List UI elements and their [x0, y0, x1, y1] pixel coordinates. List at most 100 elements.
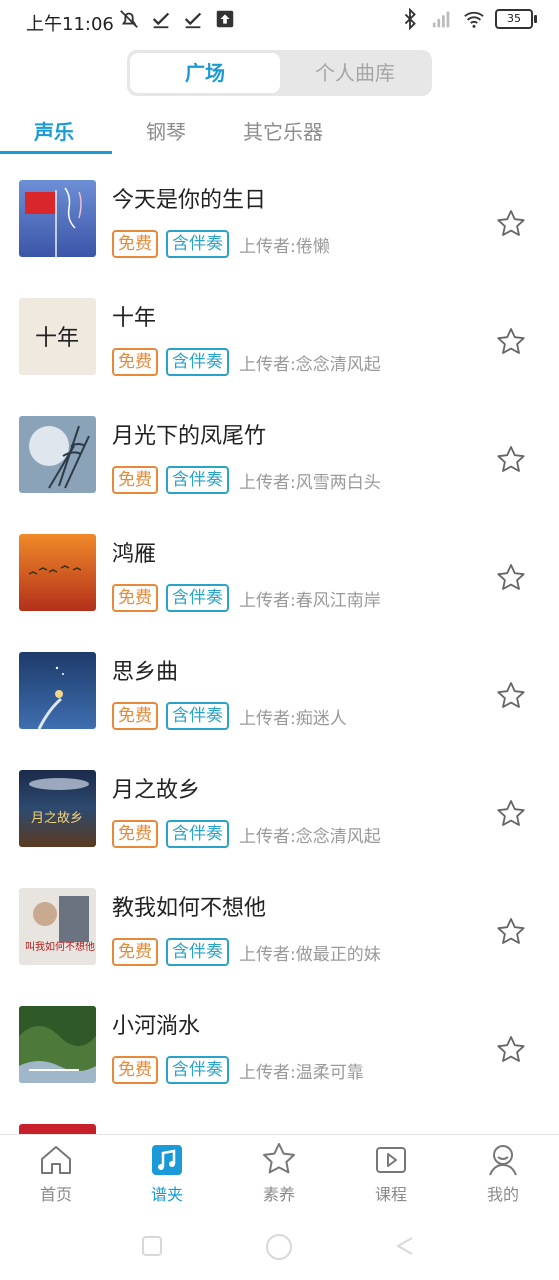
song-thumbnail — [19, 534, 96, 611]
accompaniment-badge: 含伴奏 — [166, 230, 229, 258]
free-badge: 免费 — [112, 584, 158, 612]
song-title: 教我如何不想他 — [112, 896, 267, 921]
star-icon — [263, 1143, 295, 1174]
uploader-text: 上传者:念念清风起 — [239, 354, 381, 375]
song-thumbnail — [19, 180, 96, 257]
favorite-star-icon[interactable] — [495, 444, 527, 476]
nav-score-folder[interactable]: 谱夹 — [127, 1141, 207, 1205]
free-badge: 免费 — [112, 348, 158, 376]
song-thumbnail — [19, 1124, 96, 1134]
nav-profile[interactable]: 我的 — [463, 1141, 543, 1205]
uploader-text: 上传者:春风江南岸 — [239, 590, 381, 611]
uploader-text: 上传者:温柔可靠 — [239, 1062, 364, 1083]
list-item[interactable]: 鸿雁 免费 含伴奏 上传者:春风江南岸 — [0, 522, 559, 640]
uploader-text: 上传者:做最正的妹 — [239, 944, 381, 965]
accompaniment-badge: 含伴奏 — [166, 702, 229, 730]
accompaniment-badge: 含伴奏 — [166, 348, 229, 376]
accompaniment-badge: 含伴奏 — [166, 584, 229, 612]
uploader-text: 上传者:念念清风起 — [239, 826, 381, 847]
list-item[interactable]: 今天是你的生日 免费 含伴奏 上传者:倦懒 — [0, 168, 559, 286]
video-play-icon — [376, 1147, 406, 1173]
list-item[interactable]: 月光下的凤尾竹 免费 含伴奏 上传者:风雪两白头 — [0, 404, 559, 522]
accompaniment-badge: 含伴奏 — [166, 938, 229, 966]
home-circle-icon[interactable] — [264, 1232, 294, 1262]
free-badge: 免费 — [112, 938, 158, 966]
favorite-star-icon[interactable] — [495, 680, 527, 712]
song-thumbnail: 叫我如何不想他 — [19, 888, 96, 965]
segmented-control: 广场 个人曲库 — [127, 50, 432, 96]
accompaniment-badge: 含伴奏 — [166, 1056, 229, 1084]
song-thumbnail — [19, 416, 96, 493]
favorite-star-icon[interactable] — [495, 916, 527, 948]
song-thumbnail: 十年 — [19, 298, 96, 375]
nav-course[interactable]: 课程 — [351, 1141, 431, 1205]
song-title: 小河淌水 — [112, 1014, 201, 1039]
free-badge: 免费 — [112, 1056, 158, 1084]
user-icon — [489, 1145, 517, 1176]
nav-label: 谱夹 — [150, 1185, 183, 1204]
song-tags: 免费 含伴奏 上传者:倦懒 — [112, 230, 330, 258]
check-icon — [152, 12, 170, 29]
signal-icon — [432, 11, 450, 28]
free-badge: 免费 — [112, 702, 158, 730]
system-navigation-bar — [0, 1210, 559, 1280]
song-tags: 免费 含伴奏 上传者:痴迷人 — [112, 702, 347, 730]
song-thumbnail — [19, 1006, 96, 1083]
list-item[interactable]: 叫我如何不想他 教我如何不想他 免费 含伴奏 上传者:做最正的妹 — [0, 876, 559, 994]
status-left-icons — [118, 8, 236, 30]
segment-square[interactable]: 广场 — [130, 53, 280, 93]
category-tabs: 声乐 钢琴 其它乐器 — [0, 108, 559, 154]
home-icon — [41, 1146, 71, 1174]
song-tags: 免费 含伴奏 上传者:念念清风起 — [112, 348, 381, 376]
nav-home[interactable]: 首页 — [16, 1141, 96, 1205]
song-list: 今天是你的生日 免费 含伴奏 上传者:倦懒 十年 十年 免费 含伴奏 上传者:念… — [0, 168, 559, 1134]
list-item[interactable]: 思乡曲 免费 含伴奏 上传者:痴迷人 — [0, 640, 559, 758]
accompaniment-badge: 含伴奏 — [166, 466, 229, 494]
accompaniment-badge: 含伴奏 — [166, 820, 229, 848]
song-title: 今天是你的生日 — [112, 188, 267, 213]
favorite-star-icon[interactable] — [495, 208, 527, 240]
favorite-star-icon[interactable] — [495, 798, 527, 830]
back-icon[interactable] — [392, 1234, 416, 1258]
uploader-text: 上传者:倦懒 — [239, 236, 330, 257]
list-item-partial[interactable] — [0, 1112, 559, 1134]
thumbnail-text-shinian: 十年 — [35, 326, 79, 351]
free-badge: 免费 — [112, 466, 158, 494]
segment-library[interactable]: 个人曲库 — [280, 53, 430, 93]
tab-piano[interactable]: 钢琴 — [146, 116, 186, 145]
nav-label: 课程 — [374, 1185, 407, 1204]
favorite-star-icon[interactable] — [495, 1034, 527, 1066]
favorite-star-icon[interactable] — [495, 562, 527, 594]
check-icon-2 — [184, 12, 202, 29]
status-right-icons: 35 — [399, 8, 537, 30]
list-item[interactable]: 十年 十年 免费 含伴奏 上传者:念念清风起 — [0, 286, 559, 404]
favorite-star-icon[interactable] — [495, 326, 527, 358]
uploader-text: 上传者:痴迷人 — [239, 708, 347, 729]
recent-apps-icon[interactable] — [140, 1234, 164, 1258]
song-title: 月光下的凤尾竹 — [112, 424, 267, 449]
status-time: 上午11:06 — [26, 14, 114, 35]
upload-icon — [216, 10, 234, 28]
mute-icon — [120, 10, 138, 28]
song-tags: 免费 含伴奏 上传者:风雪两白头 — [112, 466, 381, 494]
song-tags: 免费 含伴奏 上传者:做最正的妹 — [112, 938, 381, 966]
free-badge: 免费 — [112, 230, 158, 258]
tab-vocal[interactable]: 声乐 — [34, 116, 74, 145]
song-tags: 免费 含伴奏 上传者:念念清风起 — [112, 820, 381, 848]
song-thumbnail: 月之故乡 — [19, 770, 96, 847]
nav-label: 我的 — [486, 1185, 519, 1204]
nav-label: 素养 — [262, 1185, 295, 1204]
status-bar: 上午11:06 35 — [0, 0, 559, 42]
song-title: 月之故乡 — [112, 778, 201, 803]
tab-underline — [0, 151, 112, 154]
music-note-icon — [152, 1145, 182, 1175]
bottom-navigation: 首页 谱夹 素养 课程 我的 — [0, 1134, 559, 1211]
song-title: 十年 — [112, 306, 157, 331]
uploader-text: 上传者:风雪两白头 — [239, 472, 381, 493]
song-title: 思乡曲 — [112, 660, 179, 685]
tab-other-instruments[interactable]: 其它乐器 — [243, 116, 323, 145]
nav-literacy[interactable]: 素养 — [239, 1141, 319, 1205]
list-item[interactable]: 月之故乡 月之故乡 免费 含伴奏 上传者:念念清风起 — [0, 758, 559, 876]
list-item[interactable]: 小河淌水 免费 含伴奏 上传者:温柔可靠 — [0, 994, 559, 1112]
thumbnail-text-jiaowo: 叫我如何不想他 — [25, 940, 95, 953]
